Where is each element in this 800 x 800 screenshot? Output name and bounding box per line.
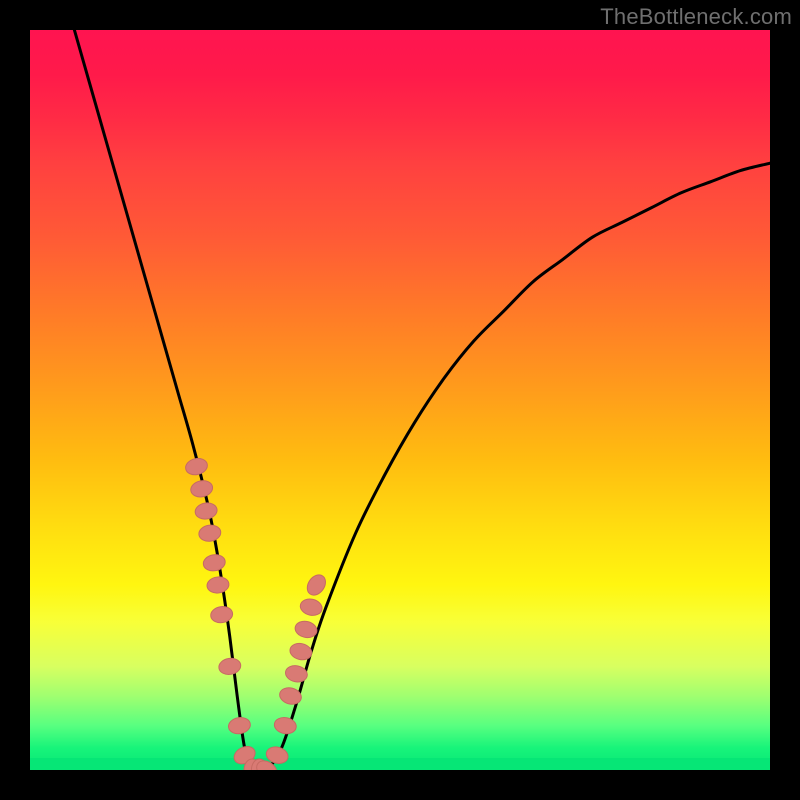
curve-path <box>74 30 770 770</box>
data-point <box>184 456 209 477</box>
data-point <box>198 524 222 543</box>
data-point <box>202 553 226 572</box>
bottleneck-curve <box>74 30 770 770</box>
chart-frame: TheBottleneck.com <box>0 0 800 800</box>
data-point <box>304 571 330 598</box>
data-point <box>194 501 218 520</box>
watermark-text: TheBottleneck.com <box>600 4 792 30</box>
data-point <box>299 597 324 618</box>
plot-area <box>30 30 770 770</box>
scatter-points <box>184 456 329 770</box>
data-point <box>218 657 242 676</box>
data-point <box>273 716 297 736</box>
chart-svg <box>30 30 770 770</box>
data-point <box>227 716 251 736</box>
data-point <box>206 576 230 595</box>
data-point <box>189 479 214 499</box>
data-point <box>284 664 309 684</box>
data-point <box>210 605 234 624</box>
